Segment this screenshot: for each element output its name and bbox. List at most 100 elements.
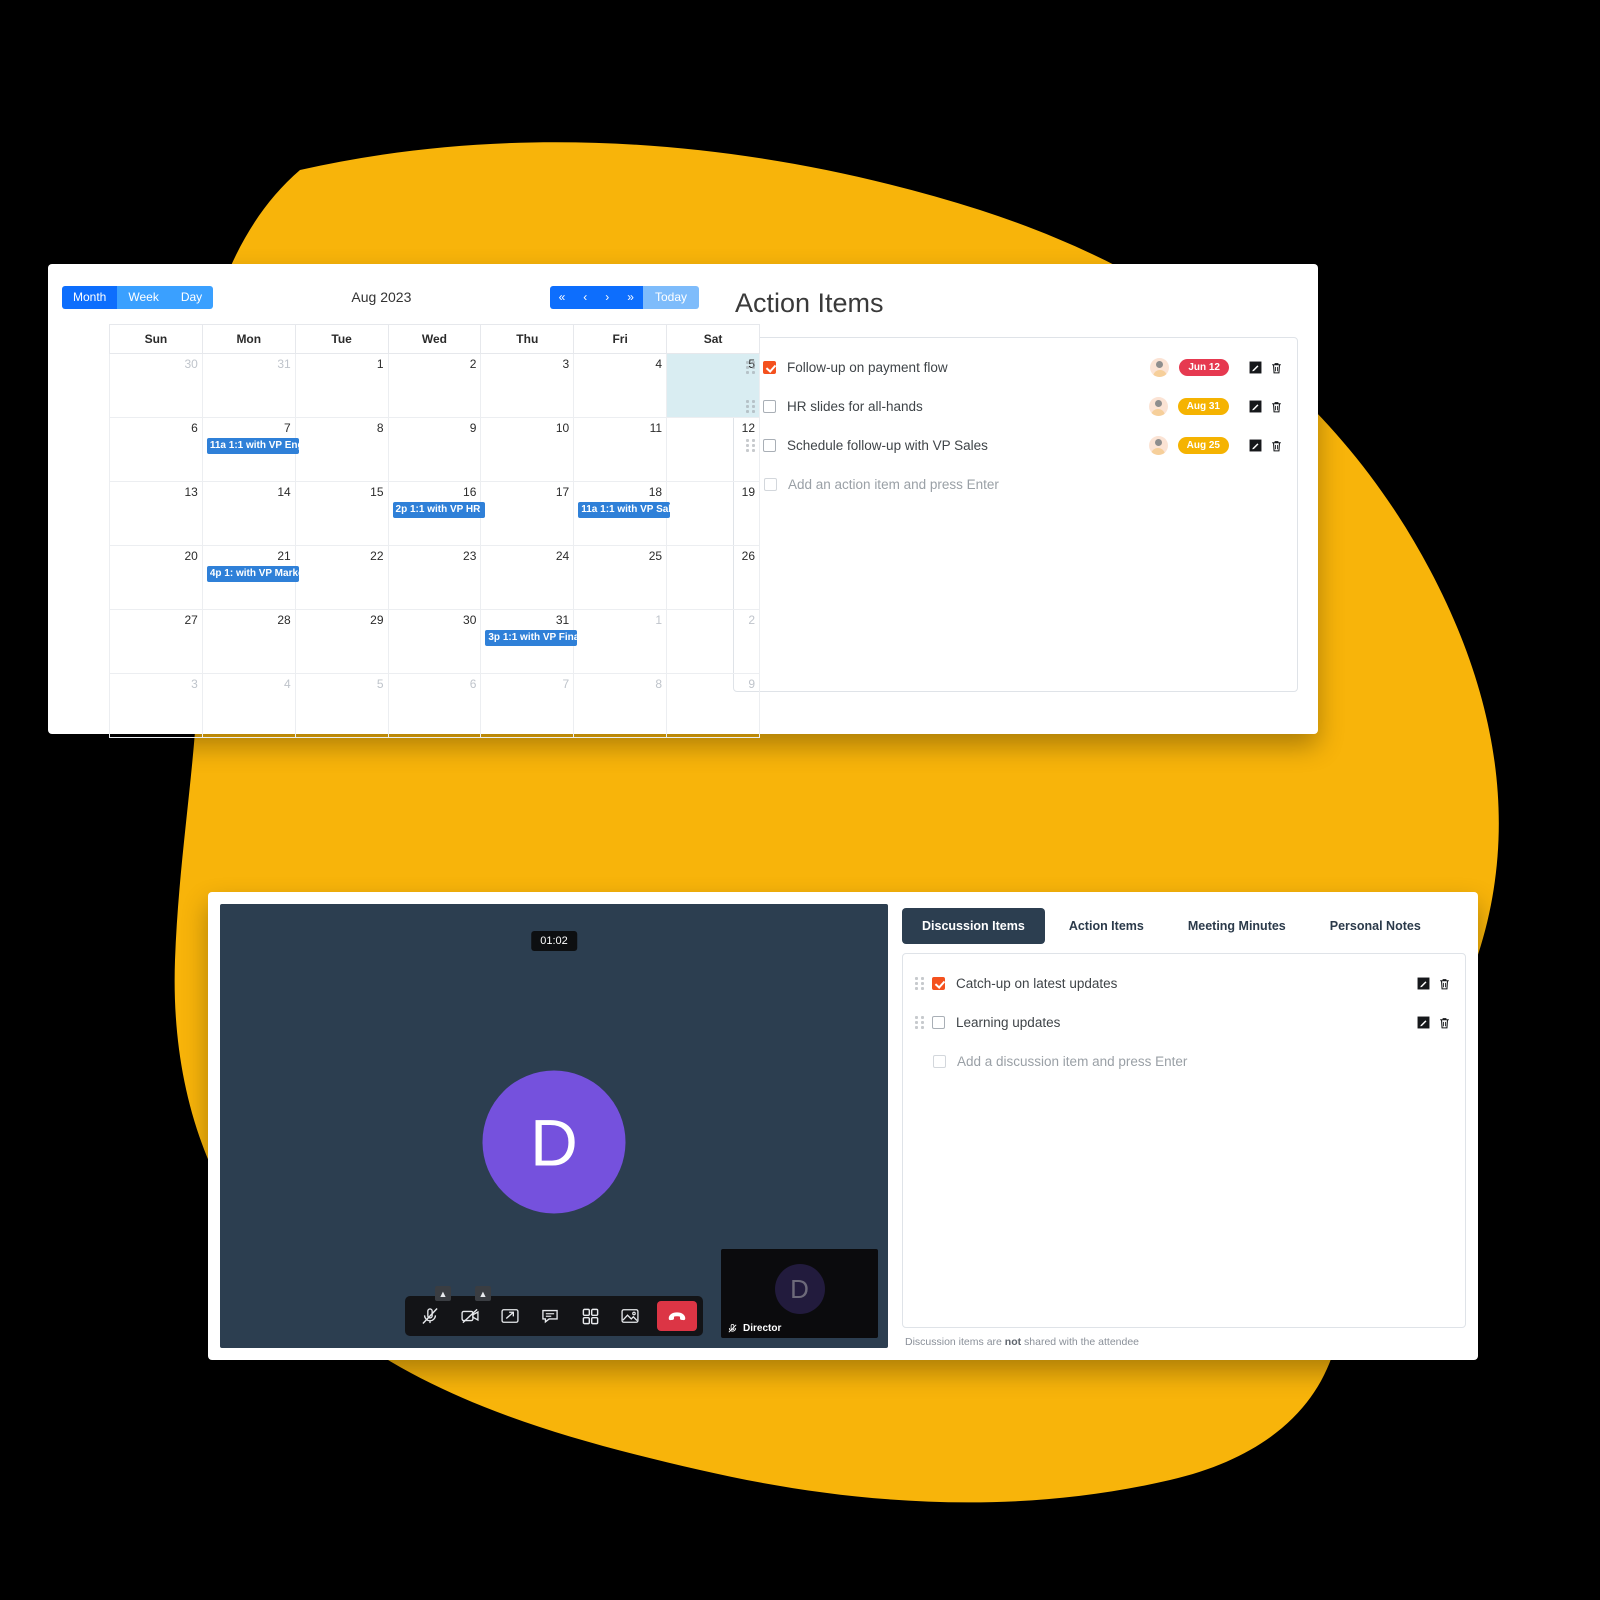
- delete-icon[interactable]: [1438, 977, 1451, 990]
- calendar-day-cell[interactable]: 7 11a 1:1 with VP Engineering: [201, 417, 299, 482]
- calendar-day-cell[interactable]: 8: [294, 417, 389, 482]
- calendar-view-week[interactable]: Week: [117, 285, 170, 309]
- calendar-day-cell[interactable]: 15: [294, 481, 389, 546]
- calendar-day-cell[interactable]: 2: [666, 609, 760, 674]
- calendar-day-cell[interactable]: 23: [387, 545, 482, 610]
- add-discussion-item-input[interactable]: Add a discussion item and press Enter: [957, 1054, 1451, 1069]
- calendar-event[interactable]: 2p 1:1 with VP HR: [392, 502, 485, 518]
- delete-icon[interactable]: [1438, 1016, 1451, 1029]
- calendar-day-cell[interactable]: 18 11a 1:1 with VP Sales: [573, 481, 671, 546]
- calendar-day-cell[interactable]: 4: [573, 353, 668, 418]
- calendar-event[interactable]: 11a 1:1 with VP Engineering: [206, 438, 299, 454]
- calendar-event[interactable]: 3p 1:1 with VP Finance: [485, 630, 578, 646]
- calendar-event[interactable]: 11a 1:1 with VP Sales: [578, 502, 671, 518]
- screen-share-button[interactable]: [491, 1296, 529, 1336]
- calendar-day-cell[interactable]: 9: [387, 417, 482, 482]
- calendar-day-cell[interactable]: 26: [666, 545, 760, 610]
- calendar-day-cell[interactable]: 10: [480, 417, 575, 482]
- assignee-avatar[interactable]: [1148, 436, 1168, 455]
- calendar-day-cell[interactable]: 30: [109, 353, 203, 418]
- calendar-day-cell[interactable]: 31: [201, 353, 296, 418]
- calendar-event[interactable]: 4p 1: with VP Marketing: [206, 566, 299, 582]
- action-item-checkbox[interactable]: [763, 361, 776, 374]
- calendar-day-cell[interactable]: 28: [201, 609, 296, 674]
- calendar-day-cell[interactable]: 3: [480, 353, 575, 418]
- add-action-item-checkbox[interactable]: [764, 478, 777, 491]
- self-view-thumbnail[interactable]: D Director: [721, 1249, 878, 1338]
- calendar-view-month[interactable]: Month: [62, 285, 118, 309]
- drag-handle-icon[interactable]: [746, 400, 755, 413]
- edit-icon[interactable]: [1249, 400, 1262, 413]
- calendar-day-cell[interactable]: 30: [387, 609, 482, 674]
- action-item-add-row[interactable]: Add an action item and press Enter: [734, 465, 1297, 504]
- calendar-day-cell[interactable]: 21 4p 1: with VP Marketing: [201, 545, 299, 610]
- microphone-muted-button[interactable]: ▲: [411, 1286, 451, 1336]
- due-date-badge[interactable]: Aug 31: [1177, 398, 1229, 415]
- tab-meeting-minutes[interactable]: Meeting Minutes: [1168, 908, 1306, 944]
- delete-icon[interactable]: [1270, 361, 1283, 374]
- discussion-item-checkbox[interactable]: [932, 1016, 945, 1029]
- calendar-day-cell[interactable]: 6: [109, 417, 203, 482]
- camera-off-button[interactable]: ▲: [451, 1286, 491, 1336]
- add-action-item-input[interactable]: Add an action item and press Enter: [788, 477, 1283, 492]
- calendar-day-cell[interactable]: 17: [480, 481, 575, 546]
- calendar-day-cell[interactable]: 16 2p 1:1 with VP HR: [387, 481, 485, 546]
- delete-icon[interactable]: [1270, 400, 1283, 413]
- action-item-checkbox[interactable]: [763, 400, 776, 413]
- calendar-day-cell[interactable]: 31 3p 1:1 with VP Finance: [480, 609, 578, 674]
- calendar-nav[interactable]: « ‹ › » Today: [549, 285, 699, 309]
- calendar-day-cell[interactable]: 19: [666, 481, 760, 546]
- background-image-button[interactable]: [611, 1296, 649, 1336]
- calendar-view-switcher[interactable]: Month Week Day: [62, 285, 214, 309]
- calendar-day-cell[interactable]: 24: [480, 545, 575, 610]
- calendar-day-cell[interactable]: 3: [109, 673, 203, 738]
- calendar-day-cell[interactable]: 8: [573, 673, 668, 738]
- next-month-button[interactable]: ›: [596, 285, 619, 309]
- calendar-day-cell[interactable]: 20: [109, 545, 203, 610]
- calendar-day-cell[interactable]: 11: [573, 417, 668, 482]
- calendar-day-cell[interactable]: 5: [294, 673, 389, 738]
- calendar-day-cell[interactable]: 7: [480, 673, 575, 738]
- grid-view-button[interactable]: [571, 1296, 609, 1336]
- drag-handle-icon[interactable]: [915, 977, 924, 990]
- add-discussion-item-checkbox[interactable]: [933, 1055, 946, 1068]
- today-button[interactable]: Today: [642, 285, 699, 309]
- tab-personal-notes[interactable]: Personal Notes: [1310, 908, 1441, 944]
- calendar-day-cell[interactable]: 2: [387, 353, 482, 418]
- tab-action-items[interactable]: Action Items: [1049, 908, 1164, 944]
- calendar-day-cell[interactable]: 22: [294, 545, 389, 610]
- microphone-options-caret[interactable]: ▲: [435, 1286, 451, 1301]
- calendar-day-cell[interactable]: 14: [201, 481, 296, 546]
- end-call-button[interactable]: [657, 1301, 697, 1331]
- calendar-day-cell[interactable]: 4: [201, 673, 296, 738]
- edit-icon[interactable]: [1249, 439, 1262, 452]
- drag-handle-icon[interactable]: [915, 1016, 924, 1029]
- drag-handle-icon[interactable]: [746, 361, 755, 374]
- calendar-day-cell[interactable]: 1: [573, 609, 668, 674]
- calendar-day-cell[interactable]: 29: [294, 609, 389, 674]
- edit-icon[interactable]: [1249, 361, 1262, 374]
- delete-icon[interactable]: [1270, 439, 1283, 452]
- calendar-day-cell[interactable]: 6: [387, 673, 482, 738]
- calendar-day-cell[interactable]: 27: [109, 609, 203, 674]
- calendar-day-cell[interactable]: 9: [666, 673, 760, 738]
- discussion-item-add-row[interactable]: Add a discussion item and press Enter: [903, 1042, 1465, 1081]
- assignee-avatar[interactable]: [1150, 358, 1170, 377]
- tab-discussion-items[interactable]: Discussion Items: [902, 908, 1045, 944]
- calendar-day-cell[interactable]: 13: [109, 481, 203, 546]
- calendar-day-cell[interactable]: 1: [294, 353, 389, 418]
- calendar-view-day[interactable]: Day: [169, 285, 214, 309]
- edit-icon[interactable]: [1417, 977, 1430, 990]
- prev-year-button[interactable]: «: [549, 285, 575, 309]
- assignee-avatar[interactable]: [1148, 397, 1168, 416]
- next-year-button[interactable]: »: [618, 285, 643, 309]
- discussion-item-checkbox[interactable]: [932, 977, 945, 990]
- edit-icon[interactable]: [1417, 1016, 1430, 1029]
- chat-button[interactable]: [531, 1296, 569, 1336]
- action-item-checkbox[interactable]: [763, 439, 776, 452]
- due-date-badge[interactable]: Jun 12: [1179, 359, 1229, 376]
- due-date-badge[interactable]: Aug 25: [1177, 437, 1229, 454]
- calendar-day-cell[interactable]: 25: [573, 545, 668, 610]
- prev-month-button[interactable]: ‹: [574, 285, 597, 309]
- drag-handle-icon[interactable]: [746, 439, 755, 452]
